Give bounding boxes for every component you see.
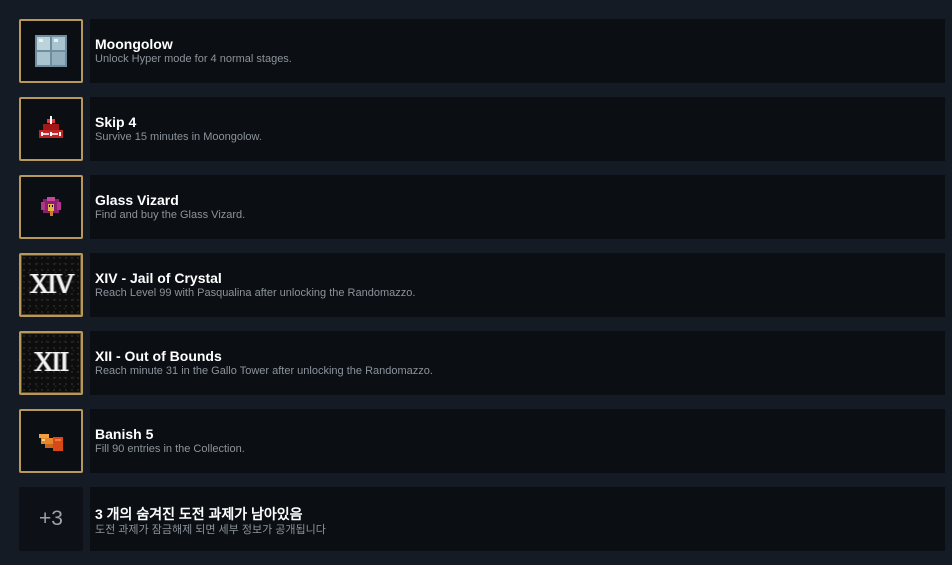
achievement-icon-frame: XII (19, 331, 83, 395)
skip-icon (21, 99, 81, 159)
achievement-description: Survive 15 minutes in Moongolow. (95, 131, 262, 143)
achievement-title: XIV - Jail of Crystal (95, 270, 222, 286)
achievement-description: Find and buy the Glass Vizard. (95, 209, 246, 221)
achievement-icon-frame (19, 97, 83, 161)
achievement-list: Moongolow Unlock Hyper mode for 4 normal… (0, 0, 952, 565)
achievement-description: Reach minute 31 in the Gallo Tower after… (95, 365, 433, 377)
hidden-achievements-description: 도전 과제가 잠금해제 되면 세부 정보가 공개됩니다 (95, 524, 326, 536)
hidden-achievements-panel: 3 개의 숨겨진 도전 과제가 남아있음 도전 과제가 잠금해제 되면 세부 정… (90, 487, 945, 551)
achievement-panel: XIV - Jail of Crystal Reach Level 99 wit… (90, 253, 945, 317)
achievement-icon-frame (19, 409, 83, 473)
arcana-xii-icon: XII (34, 348, 69, 378)
achievement-panel: Moongolow Unlock Hyper mode for 4 normal… (90, 19, 945, 83)
achievement-description: Unlock Hyper mode for 4 normal stages. (95, 53, 292, 65)
arcana-xiv-icon: XIV (30, 270, 74, 300)
achievement-icon-frame (19, 19, 83, 83)
achievement-title: Moongolow (95, 36, 173, 52)
achievement-panel: Banish 5 Fill 90 entries in the Collecti… (90, 409, 945, 473)
achievement-row[interactable]: Banish 5 Fill 90 entries in the Collecti… (19, 409, 945, 473)
achievement-panel: Glass Vizard Find and buy the Glass Viza… (90, 175, 945, 239)
hidden-achievements-row[interactable]: +3 3 개의 숨겨진 도전 과제가 남아있음 도전 과제가 잠금해제 되면 세… (19, 487, 945, 551)
hidden-count-box: +3 (19, 487, 83, 551)
achievement-row[interactable]: XIV XIV - Jail of Crystal Reach Level 99… (19, 253, 945, 317)
achievement-row[interactable]: XII XII - Out of Bounds Reach minute 31 … (19, 331, 945, 395)
achievement-panel: XII - Out of Bounds Reach minute 31 in t… (90, 331, 945, 395)
window-icon (21, 21, 81, 81)
hidden-count: +3 (39, 507, 63, 530)
achievement-row[interactable]: Glass Vizard Find and buy the Glass Viza… (19, 175, 945, 239)
achievement-description: Reach Level 99 with Pasqualina after unl… (95, 287, 416, 299)
achievement-title: Skip 4 (95, 114, 137, 130)
achievement-title: XII - Out of Bounds (95, 348, 222, 364)
achievement-title: Banish 5 (95, 426, 154, 442)
glass-vizard-icon (21, 177, 81, 237)
achievement-description: Fill 90 entries in the Collection. (95, 443, 245, 455)
achievement-title: Glass Vizard (95, 192, 179, 208)
achievement-panel: Skip 4 Survive 15 minutes in Moongolow. (90, 97, 945, 161)
achievement-row[interactable]: Skip 4 Survive 15 minutes in Moongolow. (19, 97, 945, 161)
achievement-icon-frame: XIV (19, 253, 83, 317)
banish-icon (21, 411, 81, 471)
achievement-row[interactable]: Moongolow Unlock Hyper mode for 4 normal… (19, 19, 945, 83)
achievement-icon-frame (19, 175, 83, 239)
